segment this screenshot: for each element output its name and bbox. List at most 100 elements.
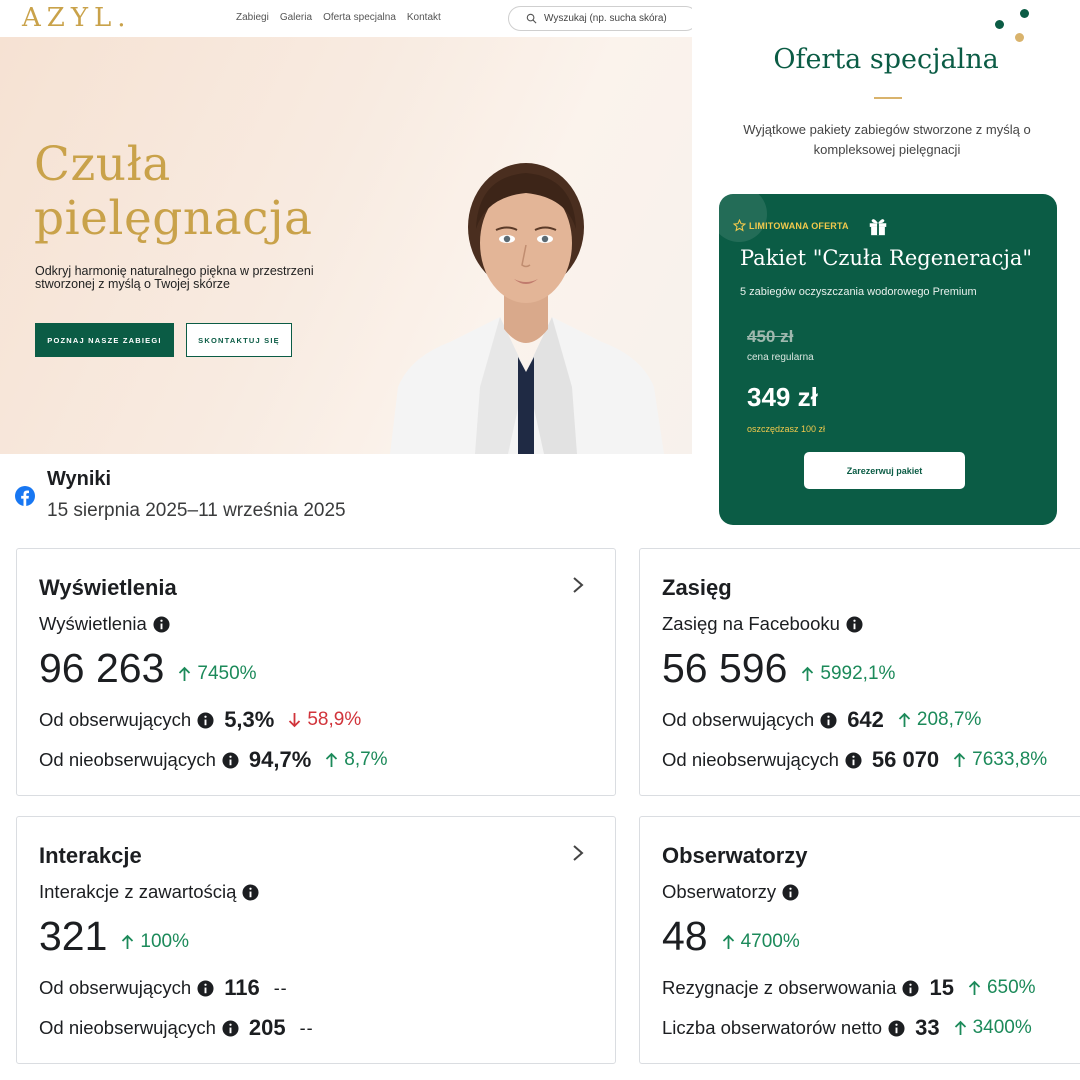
followers-total-row: 48 4700% (662, 913, 800, 960)
followers-total-change-value: 4700% (740, 931, 800, 952)
hero-section: Czuła pielęgnacja Odkryj harmonię natura… (0, 37, 692, 454)
interactions-card[interactable]: Interakcje Interakcje z zawartością 321 … (16, 816, 616, 1064)
followers-value: 5,3% (224, 707, 275, 732)
info-icon[interactable] (222, 1019, 239, 1037)
search-input[interactable]: Wyszukaj (np. sucha skóra) (508, 6, 692, 31)
info-icon[interactable] (197, 711, 214, 729)
website-screenshot: AZYL. Zabiegi Galeria Oferta specjalna K… (0, 0, 692, 454)
nav-item-kontakt[interactable]: Kontakt (407, 12, 441, 23)
nonfollowers-change-value: 7633,8% (972, 749, 1048, 770)
offer-description: Wyjątkowe pakiety zabiegów stworzone z m… (743, 122, 1031, 157)
reach-title: Zasięg (662, 575, 732, 600)
offer-price: 349 zł (747, 382, 818, 412)
reach-total: 56 596 (662, 645, 788, 691)
info-icon[interactable] (845, 751, 862, 769)
interactions-change-value: 100% (140, 931, 190, 952)
followers-label-row: Obserwatorzy (662, 881, 799, 903)
info-icon[interactable] (820, 711, 837, 729)
reserve-package-button[interactable]: Zarezerwuj pakiet (804, 452, 965, 489)
hero-title-line1: Czuła (34, 137, 171, 192)
views-nonfollowers-row: Od nieobserwujących 94,7% 8,7% (39, 747, 388, 773)
site-logo[interactable]: AZYL. (22, 3, 132, 33)
results-title: Wyniki (47, 468, 112, 490)
net-followers-row: Liczba obserwatorów netto 33 3400% (662, 1015, 1032, 1041)
decorative-dot (1015, 33, 1024, 42)
reach-followers-row: Od obserwujących 642 208,7% (662, 707, 981, 733)
followers-label: Od obserwujących (39, 709, 192, 730)
nonfollowers-value: 205 (248, 1015, 286, 1040)
info-icon[interactable] (197, 979, 214, 997)
nonfollowers-label: Od nieobserwujących (662, 749, 839, 770)
arrow-up-icon (802, 666, 814, 681)
views-total: 96 263 (39, 645, 165, 691)
badge-label: LIMITOWANA OFERTA (749, 220, 849, 231)
decorative-dot (1020, 9, 1029, 18)
nonfollowers-value: 94,7% (248, 747, 312, 772)
nonfollowers-change-value: -- (299, 1017, 314, 1038)
followers-change-value: 208,7% (916, 709, 982, 730)
nav-item-galeria[interactable]: Galeria (280, 12, 312, 23)
nonfollowers-change-value: 8,7% (344, 749, 388, 770)
interactions-title: Interakcje (39, 843, 142, 868)
followers-total-change: 4700% (722, 931, 800, 953)
site-menu: Zabiegi Galeria Oferta specjalna Kontakt (236, 12, 441, 23)
views-label-row: Wyświetlenia (39, 613, 170, 635)
reach-label-row: Zasięg na Facebooku (662, 613, 863, 635)
search-icon (526, 13, 537, 24)
chevron-right-icon[interactable] (571, 575, 585, 595)
site-navbar: AZYL. Zabiegi Galeria Oferta specjalna K… (0, 0, 692, 37)
views-total-row: 96 263 7450% (39, 645, 257, 692)
views-label: Wyświetlenia (39, 613, 147, 634)
interactions-followers-row: Od obserwujących 116 -- (39, 975, 288, 1001)
hero-title-line2: pielęgnacja (34, 191, 313, 246)
interactions-total-row: 321 100% (39, 913, 189, 960)
reach-change-value: 5992,1% (820, 663, 896, 684)
arrow-up-icon (954, 1020, 966, 1035)
info-icon[interactable] (782, 883, 799, 901)
info-icon[interactable] (242, 883, 259, 901)
followers-card[interactable]: Obserwatorzy Obserwatorzy 48 4700% Rezyg… (639, 816, 1080, 1064)
package-subtitle: 5 zabiegów oczyszczania wodorowego Premi… (740, 286, 977, 298)
nonfollowers-label: Od nieobserwujących (39, 1017, 216, 1038)
nav-item-zabiegi[interactable]: Zabiegi (236, 12, 269, 23)
date-range[interactable]: 15 sierpnia 2025–11 września 2025 (47, 500, 346, 522)
info-icon[interactable] (846, 615, 863, 633)
package-title: Pakiet "Czuła Regeneracja" (740, 246, 1033, 270)
arrow-up-icon (968, 980, 981, 995)
savings-label: oszczędzasz 100 zł (747, 424, 826, 434)
unfollows-change: 650% (968, 977, 1036, 999)
interactions-label-row: Interakcje z zawartością (39, 881, 259, 903)
star-icon (733, 219, 746, 232)
arrow-up-icon (954, 752, 966, 767)
special-offer-panel: Oferta specjalna Wyjątkowe pakiety zabie… (692, 0, 1080, 540)
chevron-right-icon[interactable] (571, 843, 585, 863)
net-followers-change: 3400% (954, 1017, 1032, 1039)
info-icon[interactable] (902, 979, 919, 997)
info-icon[interactable] (888, 1019, 905, 1037)
reach-card[interactable]: Zasięg Zasięg na Facebooku 56 596 5992,1… (639, 548, 1080, 796)
followers-count-label: Obserwatorzy (662, 881, 777, 902)
contact-button[interactable]: SKONTAKTUJ SIĘ (186, 323, 292, 357)
search-placeholder: Wyszukaj (np. sucha skóra) (544, 13, 667, 24)
info-icon[interactable] (153, 615, 170, 633)
followers-value: 116 (224, 975, 260, 1000)
followers-change: 208,7% (898, 709, 981, 731)
reach-nonfollowers-row: Od nieobserwujących 56 070 7633,8% (662, 747, 1047, 773)
arrow-up-icon (722, 934, 734, 949)
nonfollowers-label: Od nieobserwujących (39, 749, 216, 770)
views-card[interactable]: Wyświetlenia Wyświetlenia 96 263 7450% O… (16, 548, 616, 796)
explore-treatments-button[interactable]: POZNAJ NASZE ZABIEGI (35, 323, 174, 357)
info-icon[interactable] (222, 751, 239, 769)
facebook-icon (15, 486, 35, 506)
followers-title: Obserwatorzy (662, 843, 808, 868)
limited-offer-badge: LIMITOWANA OFERTA (733, 219, 849, 232)
followers-change-value: 58,9% (307, 709, 362, 730)
interactions-nonfollowers-row: Od nieobserwujących 205 -- (39, 1015, 314, 1041)
card-decoration (719, 194, 767, 242)
nav-item-oferta[interactable]: Oferta specjalna (323, 12, 396, 23)
arrow-down-icon (289, 713, 301, 728)
hero-title: Czuła pielęgnacja (34, 138, 364, 246)
net-followers-change-value: 3400% (972, 1017, 1032, 1038)
net-followers-label: Liczba obserwatorów netto (662, 1017, 883, 1038)
followers-label: Od obserwujących (39, 977, 192, 998)
